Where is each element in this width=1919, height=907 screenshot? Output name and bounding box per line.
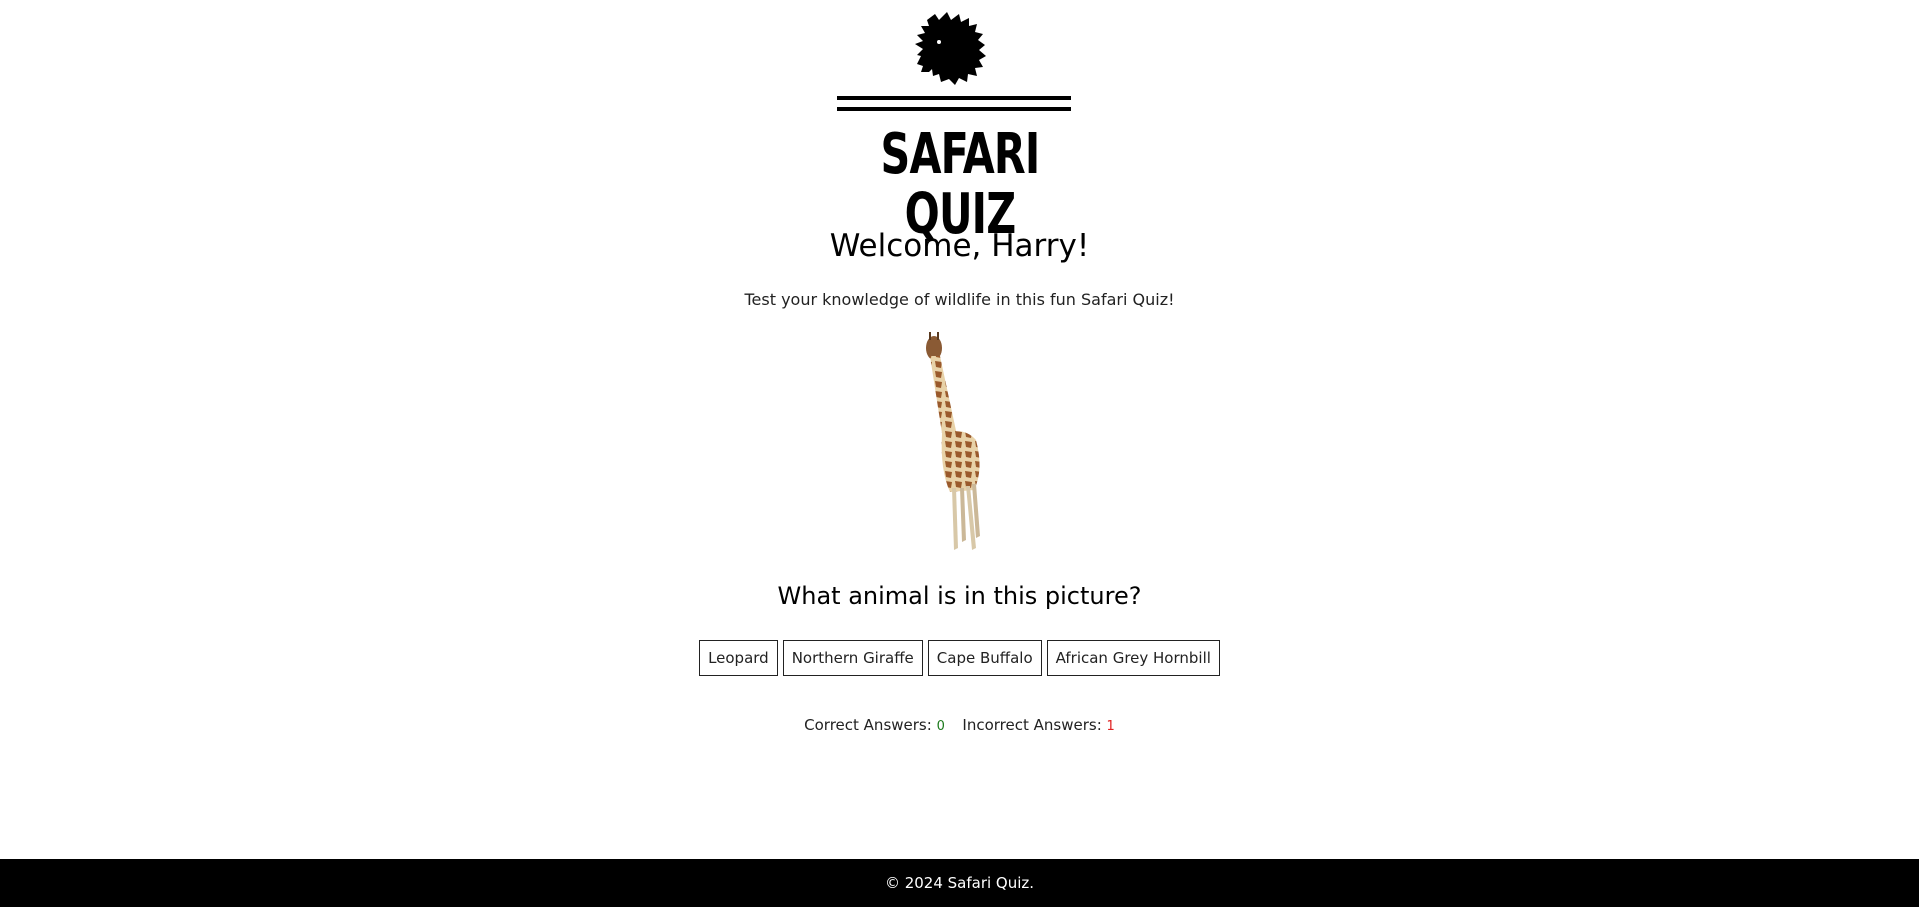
quiz-animal-image	[904, 330, 1014, 555]
footer-copyright: © 2024 Safari Quiz.	[884, 874, 1035, 892]
page: SAFARI QUIZ Welcome, Harry! Test your kn…	[0, 0, 1919, 907]
score-summary: Correct Answers: 0 Incorrect Answers: 1	[0, 716, 1919, 734]
incorrect-answers-label: Incorrect Answers:	[962, 716, 1102, 734]
correct-answers-count: 0	[936, 719, 945, 734]
welcome-heading: Welcome, Harry!	[829, 228, 1090, 264]
answer-button-african-grey-hornbill[interactable]: African Grey Hornbill	[1046, 640, 1220, 676]
answer-button-cape-buffalo[interactable]: Cape Buffalo	[927, 640, 1042, 676]
tagline: Test your knowledge of wildlife in this …	[744, 290, 1175, 309]
answer-button-northern-giraffe[interactable]: Northern Giraffe	[782, 640, 923, 676]
answer-button-leopard[interactable]: Leopard	[699, 640, 778, 676]
lion-head-icon	[837, 12, 1071, 111]
site-logo: SAFARI QUIZ	[835, 12, 1085, 245]
correct-answers-label: Correct Answers:	[804, 716, 932, 734]
footer: © 2024 Safari Quiz.	[0, 859, 1919, 907]
logo-text: SAFARI QUIZ	[880, 122, 1041, 247]
answer-options: Leopard Northern Giraffe Cape Buffalo Af…	[0, 640, 1919, 676]
incorrect-answers-count: 1	[1106, 719, 1115, 734]
giraffe-icon	[926, 332, 980, 550]
question-text: What animal is in this picture?	[777, 582, 1142, 610]
